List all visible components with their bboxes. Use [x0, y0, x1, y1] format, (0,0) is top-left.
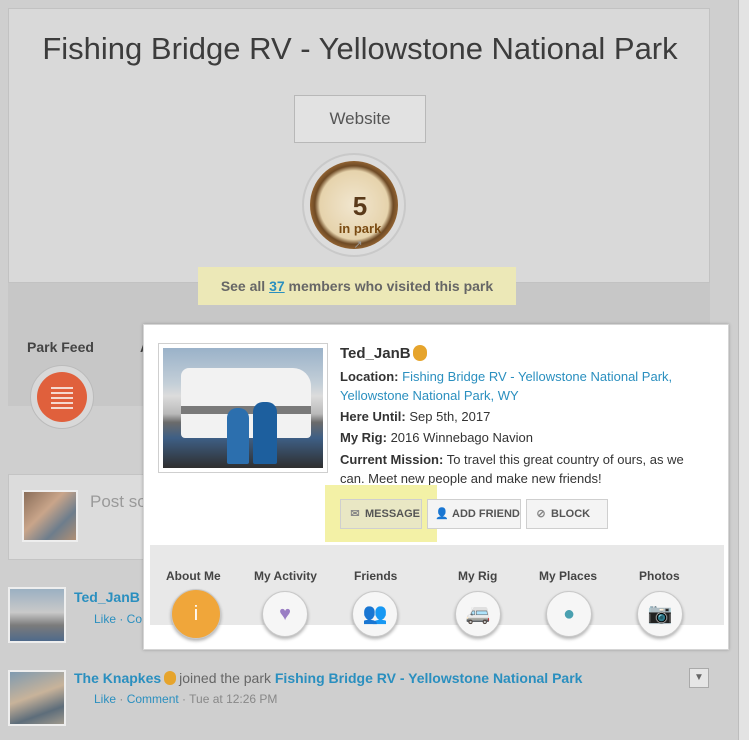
members-count-link[interactable]: 37 [269, 278, 285, 294]
here-until-label: Here Until: [340, 409, 406, 424]
info-icon[interactable]: i [171, 589, 221, 639]
members-visited-link[interactable]: See all 37 members who visited this park [198, 267, 516, 305]
nav-label-photos[interactable]: Photos [639, 569, 680, 583]
rig-label: My Rig: [340, 430, 387, 445]
external-link-icon: ↗ [353, 239, 363, 251]
chevron-down-icon[interactable]: ▼ [689, 668, 709, 688]
block-label: BLOCK [551, 508, 591, 520]
post-input[interactable]: Post so [90, 492, 147, 512]
nav-label-friends[interactable]: Friends [354, 569, 397, 583]
profile-image [163, 348, 323, 468]
profile-photo[interactable] [158, 343, 328, 473]
nav-label-about-me[interactable]: About Me [166, 569, 221, 583]
park-header-card: Fishing Bridge RV - Yellowstone National… [8, 8, 710, 283]
website-button[interactable]: Website [294, 95, 426, 143]
members-prefix: See all [220, 278, 266, 294]
block-icon: ⊘ [536, 508, 546, 520]
feed-action-text: joined the park [179, 670, 271, 686]
message-button[interactable]: ✉ MESSAGE [340, 499, 422, 529]
separator: · [116, 692, 127, 706]
profile-here-until: Here Until: Sep 5th, 2017 [340, 407, 490, 426]
counter-ring: 5 in park ↗ [310, 161, 398, 251]
separator: · [178, 692, 190, 706]
message-label: MESSAGE [365, 508, 421, 520]
feed-user-name[interactable]: Ted_JanB [74, 589, 140, 605]
map-pin-icon[interactable]: ● [546, 591, 592, 637]
in-park-count: 5 [352, 191, 368, 221]
here-until-value: Sep 5th, 2017 [409, 409, 491, 424]
avatar[interactable] [8, 670, 66, 726]
mission-label: Current Mission: [340, 452, 444, 467]
block-button[interactable]: ⊘ BLOCK [526, 499, 608, 529]
avatar[interactable] [8, 587, 66, 643]
park-title: Fishing Bridge RV - Yellowstone National… [42, 31, 678, 66]
list-icon [37, 372, 87, 422]
envelope-icon: ✉ [350, 508, 360, 520]
park-feed-button[interactable] [30, 365, 94, 429]
nav-label-my-rig[interactable]: My Rig [458, 569, 497, 583]
profile-username: Ted_JanB [340, 345, 411, 362]
people-icon[interactable]: 👥 [352, 591, 398, 637]
location-label: Location: [340, 369, 399, 384]
right-scroll-strip [738, 0, 749, 740]
profile-location: Location: Fishing Bridge RV - Yellowston… [340, 367, 680, 405]
comment-link[interactable]: Comment [127, 692, 179, 706]
heart-icon[interactable]: ♥ [262, 591, 308, 637]
person-shape [227, 408, 249, 464]
feed-user-name[interactable]: The Knapkes [74, 670, 161, 686]
badge-icon [164, 671, 177, 685]
members-suffix: members who visited this park [288, 278, 494, 294]
profile-popup: Ted_JanB Location: Fishing Bridge RV - Y… [143, 324, 729, 650]
camera-icon[interactable]: 📷 [637, 591, 683, 637]
add-friend-button[interactable]: 👤 ADD FRIEND [427, 499, 521, 529]
avatar [22, 490, 78, 542]
nav-label-my-activity[interactable]: My Activity [254, 569, 317, 583]
badge-icon [413, 345, 427, 361]
profile-rig: My Rig: 2016 Winnebago Navion [340, 428, 533, 447]
profile-mission: Current Mission: To travel this great co… [340, 450, 690, 488]
tab-park-feed[interactable]: Park Feed [27, 339, 94, 355]
add-user-icon: 👤 [435, 508, 449, 520]
feed-actions[interactable]: Like · Co [94, 612, 142, 626]
rv-icon[interactable]: 🚐 [455, 591, 501, 637]
feed-item-text: The Knapkes joined the park Fishing Bridg… [74, 670, 582, 686]
add-friend-label: ADD FRIEND [452, 508, 520, 520]
person-shape [253, 402, 277, 464]
feed-park-link[interactable]: Fishing Bridge RV - Yellowstone National… [275, 670, 583, 686]
like-link[interactable]: Like [94, 692, 116, 706]
rig-value: 2016 Winnebago Navion [390, 430, 533, 445]
in-park-counter[interactable]: 5 in park ↗ [302, 153, 406, 257]
in-park-label: in park [338, 221, 382, 236]
feed-meta: Like · Comment · Tue at 12:26 PM [94, 692, 277, 706]
nav-label-my-places[interactable]: My Places [539, 569, 597, 583]
timestamp: Tue at 12:26 PM [189, 692, 278, 706]
